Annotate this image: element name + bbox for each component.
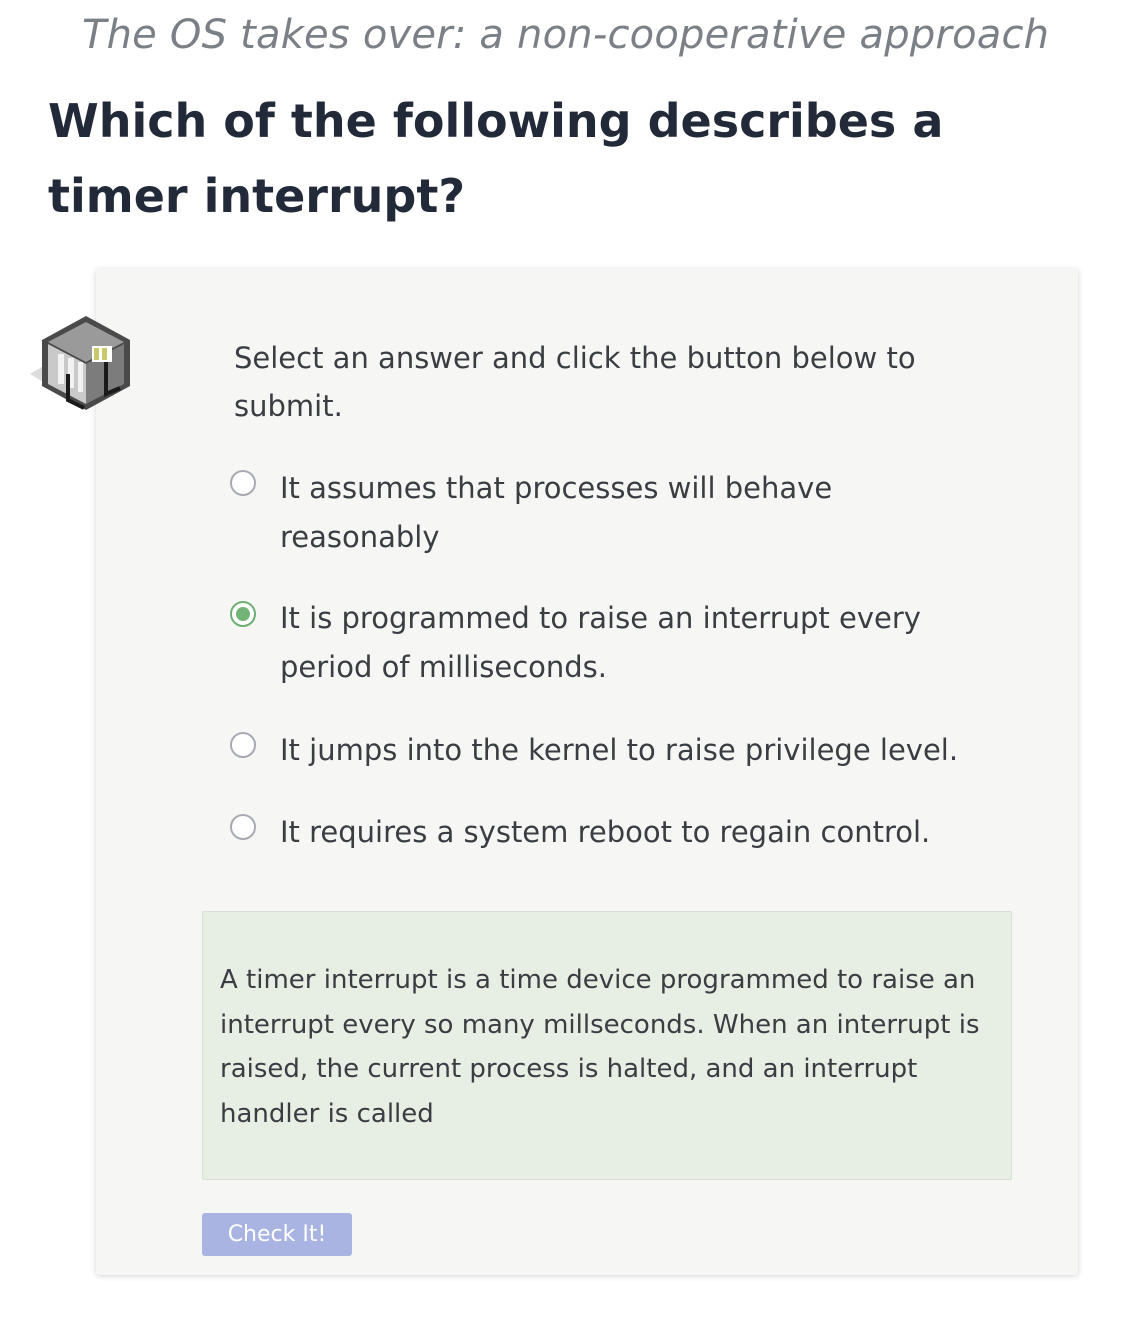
quiz-page: The OS takes over: a non-cooperative app… <box>0 0 1134 1334</box>
check-it-button[interactable]: Check It! <box>202 1213 352 1256</box>
server-cube-icon <box>30 316 130 410</box>
radio-button-selected[interactable] <box>230 601 256 627</box>
radio-button[interactable] <box>230 470 256 496</box>
answer-option-label: It requires a system reboot to regain co… <box>280 815 931 849</box>
answer-option-label: It jumps into the kernel to raise privil… <box>280 733 959 767</box>
answer-option-label: It is programmed to raise an interrupt e… <box>280 601 921 684</box>
page-subtitle: The OS takes over: a non-cooperative app… <box>82 12 1050 58</box>
answer-option-label: It assumes that processes will behave re… <box>280 471 833 554</box>
radio-button[interactable] <box>230 814 256 840</box>
radio-button[interactable] <box>230 732 256 758</box>
answer-option-3[interactable]: It jumps into the kernel to raise privil… <box>228 726 968 775</box>
answer-option-4[interactable]: It requires a system reboot to regain co… <box>228 808 968 857</box>
feedback-box: A timer interrupt is a time device progr… <box>202 911 1012 1180</box>
answer-option-2[interactable]: It is programmed to raise an interrupt e… <box>228 594 968 692</box>
question-title: Which of the following describes a timer… <box>48 94 944 223</box>
quiz-instructions: Select an answer and click the button be… <box>234 341 916 423</box>
feedback-text: A timer interrupt is a time device progr… <box>220 965 980 1129</box>
answer-option-1[interactable]: It assumes that processes will behave re… <box>228 464 968 562</box>
